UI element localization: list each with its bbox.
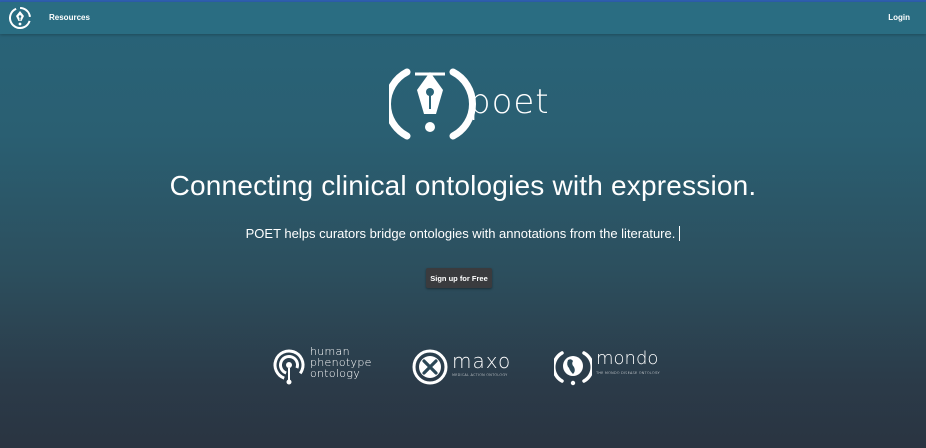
mondo-partner-logo[interactable]: mondo THE MONDO DISEASE ONTOLOGY (554, 346, 664, 388)
poet-hero-logo: poet (384, 64, 549, 144)
hero-subheadline-text: POET helps curators bridge ontologies wi… (245, 226, 676, 241)
mondo-tagline: THE MONDO DISEASE ONTOLOGY (596, 371, 660, 375)
maxo-tagline: MEDICAL ACTION ONTOLOGY (452, 373, 508, 377)
maxo-name: maxo (452, 349, 512, 373)
hpo-target-icon (273, 349, 305, 385)
resources-link[interactable]: Resources (49, 13, 90, 22)
hpo-line-3: ontology (310, 367, 361, 380)
login-link[interactable]: Login (888, 13, 910, 22)
maxo-partner-logo[interactable]: maxo MEDICAL ACTION ONTOLOGY (411, 346, 521, 388)
top-navbar: Resources Login (0, 2, 926, 34)
poet-logo-icon[interactable] (9, 7, 31, 29)
hero-headline: Connecting clinical ontologies with expr… (169, 170, 757, 201)
poet-brand-text: poet (469, 82, 550, 122)
text-cursor (679, 226, 681, 241)
mondo-name: mondo (596, 348, 659, 369)
hpo-text: human phenotype ontology (310, 346, 372, 379)
mondo-globe-icon (554, 351, 592, 386)
hero-subheadline: POET helps curators bridge ontologies wi… (0, 226, 926, 241)
sign-up-button[interactable]: Sign up for Free (426, 268, 492, 288)
maxo-x-icon (412, 349, 448, 385)
hpo-partner-logo[interactable]: human phenotype ontology (272, 346, 382, 388)
